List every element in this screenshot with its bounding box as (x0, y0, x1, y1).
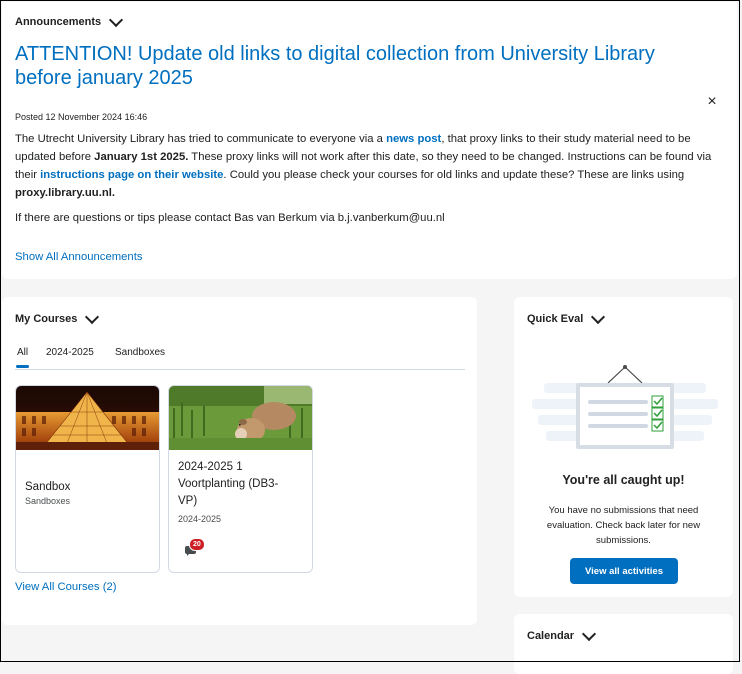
announcements-widget: Announcements ATTENTION! Update old link… (2, 2, 737, 279)
tab-2024-2025[interactable]: 2024-2025 (46, 347, 94, 358)
clipboard-checklist-illustration (532, 365, 718, 449)
calendar-header[interactable]: Calendar (527, 626, 597, 642)
course-title[interactable]: 2024-2025 1 Voortplanting (DB3- VP) (178, 459, 278, 510)
course-card-voortplanting[interactable]: 2024-2025 1 Voortplanting (DB3- VP) 2024… (168, 385, 313, 573)
contact-text: If there are questions or tips please co… (15, 212, 445, 224)
course-subtitle: Sandboxes (25, 496, 71, 506)
discussion-notification[interactable]: 20 (185, 538, 209, 558)
show-all-announcements-link[interactable]: Show All Announcements (15, 251, 143, 263)
announcement-title[interactable]: ATTENTION! Update old links to digital c… (15, 42, 715, 90)
quick-eval-header[interactable]: Quick Eval (527, 309, 606, 325)
cow-image (169, 386, 312, 450)
view-all-courses-link[interactable]: View All Courses (2) (15, 581, 117, 593)
instructions-link[interactable]: instructions page on their website (40, 169, 223, 181)
caught-up-text: You have no submissions that need evalua… (546, 505, 701, 546)
announcement-body: The Utrecht University Library has tried… (15, 130, 723, 202)
quick-eval-widget: Quick Eval You're all caught up! You hav… (514, 297, 733, 597)
quick-eval-header-label: Quick Eval (527, 313, 584, 325)
announcements-header-label: Announcements (15, 16, 102, 28)
body-text: . Could you please check your courses fo… (223, 169, 685, 181)
course-subtitle: 2024-2025 (178, 514, 222, 524)
view-all-activities-button[interactable]: View all activities (570, 558, 678, 584)
louvre-pyramid-image (16, 386, 159, 450)
my-courses-widget: My Courses All 2024-2025 Sandboxes Sandb… (2, 297, 477, 625)
course-title-line: VP) (178, 495, 198, 507)
chevron-down-icon[interactable] (85, 309, 100, 324)
deadline-text: January 1st 2025. (94, 151, 189, 163)
notification-badge: 20 (189, 538, 205, 551)
proxy-domain-text: proxy.library.uu.nl. (15, 187, 116, 199)
caught-up-title: You're all caught up! (562, 473, 685, 487)
chevron-down-icon[interactable] (582, 626, 597, 641)
announcements-header[interactable]: Announcements (15, 12, 124, 28)
posted-date: Posted 12 November 2024 16:46 (15, 112, 148, 122)
close-icon[interactable]: × (704, 94, 720, 110)
body-text: The Utrecht University Library has tried… (15, 133, 387, 145)
my-courses-header[interactable]: My Courses (15, 309, 100, 325)
chevron-down-icon[interactable] (591, 309, 606, 324)
course-title-line: Voortplanting (DB3- (178, 478, 279, 490)
tab-sandboxes[interactable]: Sandboxes (115, 347, 165, 358)
calendar-header-label: Calendar (527, 630, 575, 642)
course-tabs: All 2024-2025 Sandboxes (15, 347, 465, 370)
my-courses-header-label: My Courses (15, 313, 78, 325)
course-title[interactable]: Sandbox (25, 479, 70, 496)
course-card-sandbox[interactable]: Sandbox Sandboxes (15, 385, 160, 573)
news-post-link[interactable]: news post (386, 133, 441, 145)
tab-all[interactable]: All (15, 347, 30, 368)
course-title-line: 2024-2025 1 (178, 461, 243, 473)
chevron-down-icon[interactable] (109, 12, 124, 27)
calendar-widget: Calendar (514, 614, 733, 674)
